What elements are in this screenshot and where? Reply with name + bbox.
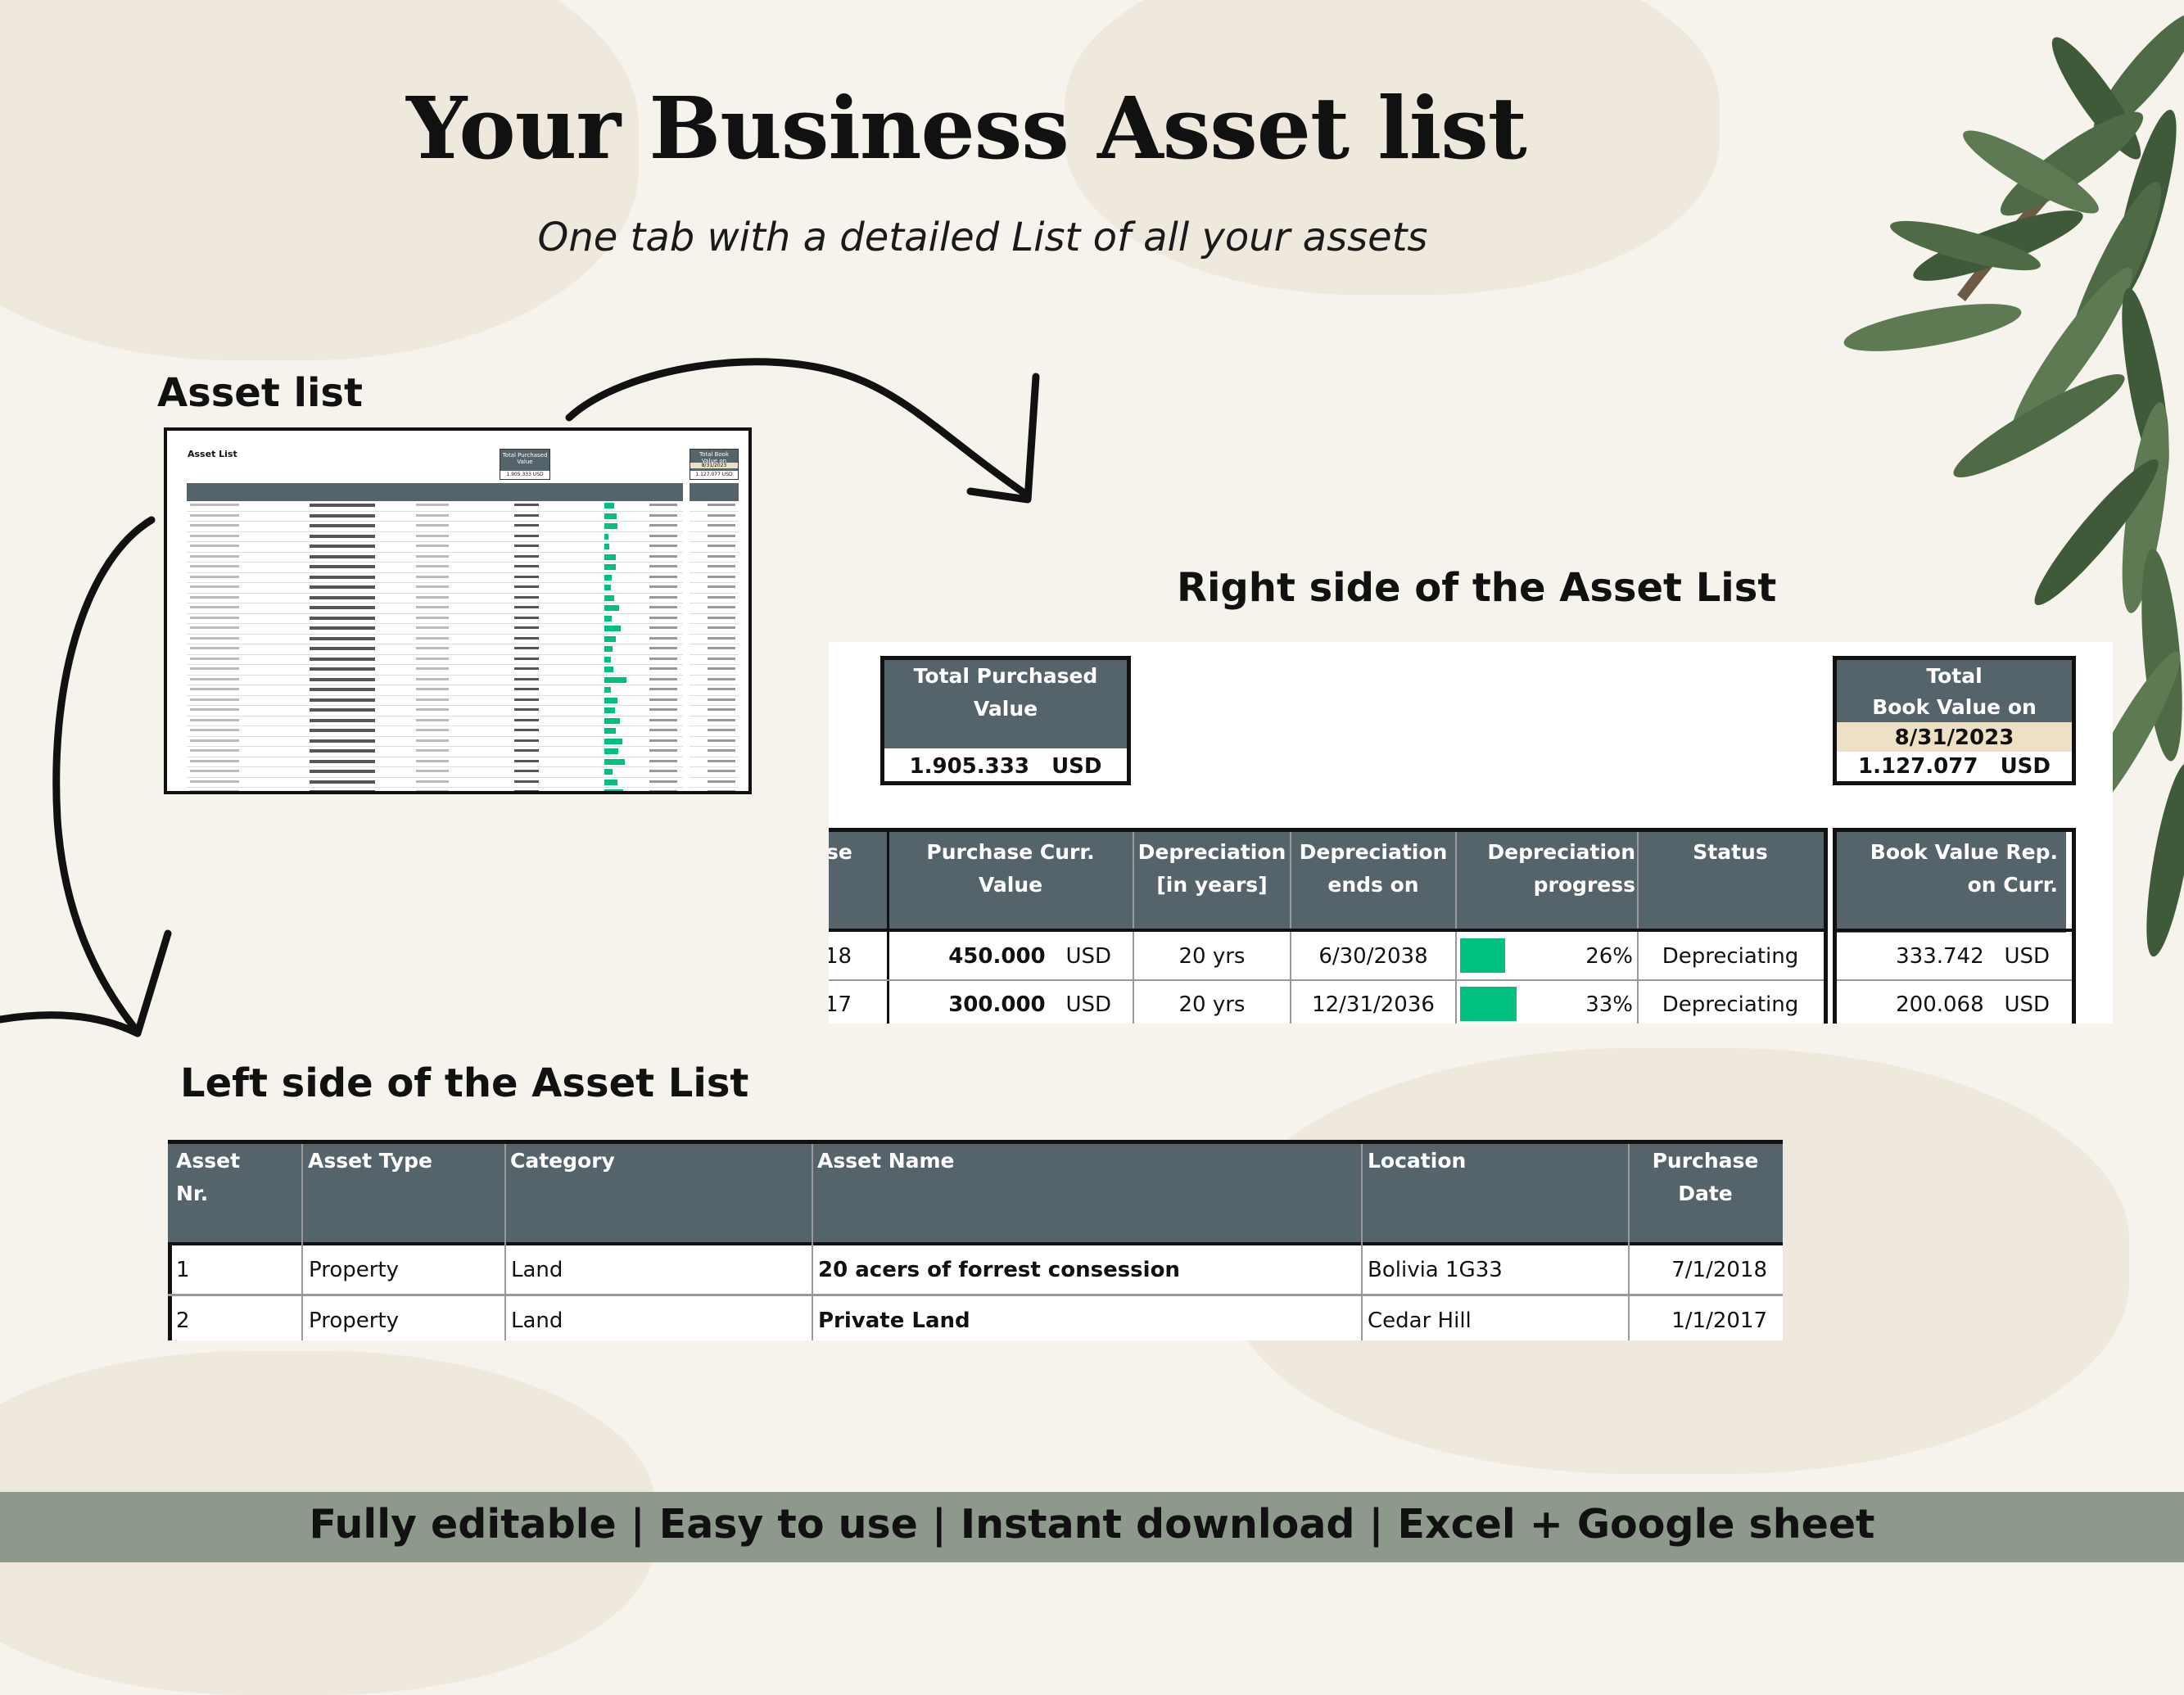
right-side-panel: Total Purchased Value 1.905.333 USD Tota… [829,642,2113,1024]
background-texture [0,0,639,360]
thumbnail-side-row [690,778,739,788]
right-side-label: Right side of the Asset List [1177,565,1777,611]
thumbnail-row [187,747,683,757]
thumbnail-row [187,594,683,603]
page-subtitle: One tab with a detailed List of all your… [537,215,1428,260]
column-header-purchase-value: Purchase Curr. Value [889,832,1133,902]
thumbnail-row [187,767,683,778]
column-header-depreciation-ends: Depreciation ends on [1291,832,1455,902]
thumbnail-title: Asset List [188,449,237,459]
column-header-status: Status [1639,832,1822,869]
column-header-category: Category [510,1145,615,1177]
column-header-location: Location [1368,1145,1467,1177]
thumbnail-row [187,522,683,532]
thumbnail-row [187,635,683,644]
right-side-table: se Purchase Curr. Value Depreciation [in… [829,828,1828,1024]
thumbnail-row [187,603,683,614]
thumbnail-row [187,685,683,696]
book-value-cell: 200.068 USD [1896,992,2050,1017]
thumbnail-side-row [690,716,739,726]
thumbnail-row [187,553,683,563]
column-header-asset-type: Asset Type [308,1145,432,1177]
thumbnail-side-row [690,685,739,696]
thumbnail-side-row [690,573,739,583]
total-book-value-box: Total Book Value on 8/31/2023 1.127.077 … [1833,656,2076,785]
page-title: Your Business Asset list [406,78,1527,179]
thumbnail-row [187,583,683,594]
total-purchased-box: Total Purchased Value 1.905.333 USD [880,656,1131,785]
thumbnail-side-row [690,737,739,747]
thumbnail-side-row [690,594,739,603]
thumbnail-row [187,542,683,553]
thumbnail-side-row [690,635,739,644]
thumbnail-row [187,573,683,583]
thumbnail-side-row [690,788,739,791]
thumbnail-side-row [690,747,739,757]
column-header-date: se [829,832,884,869]
thumbnail-row [187,532,683,542]
thumbnail-side-row [690,532,739,542]
thumbnail-row [187,665,683,676]
status-badge: Depreciating [1662,944,1799,969]
book-value-date: 8/31/2023 [1837,722,2072,752]
thumbnail-row [187,644,683,655]
thumbnail-row [187,706,683,716]
left-side-label: Left side of the Asset List [180,1060,749,1106]
thumbnail-row [187,778,683,788]
column-header-purchase-date: Purchase Date [1630,1145,1781,1210]
thumbnail-side-row [690,757,739,767]
left-side-table: Asset Nr. Asset Type Category Asset Name… [168,1140,1783,1340]
total-purchased-header: Total Purchased Value [884,660,1127,748]
thumbnail-side-row [690,644,739,655]
thumbnail-side-row [690,676,739,685]
thumbnail-row [187,614,683,624]
thumbnail-row [187,788,683,791]
thumbnail-side-row [690,542,739,553]
thumbnail-row [187,563,683,573]
thumbnail-side-row [690,655,739,665]
book-value-cell: 333.742 USD [1896,944,2050,969]
thumbnail-table [187,483,683,791]
book-value-table: Book Value Rep. on Curr. 333.742 USD 200… [1833,828,2076,1024]
thumbnail-side-row [690,706,739,716]
thumbnail-total-box: Total Purchased Value 1.905.333 USD [500,449,550,480]
thumbnail-row [187,757,683,767]
thumbnail-row [187,726,683,737]
thumbnail-side-row [690,603,739,614]
thumbnail-side-row [690,522,739,532]
thumbnail-side-row [690,726,739,737]
thumbnail-side-row [690,553,739,563]
thumbnail-row [187,624,683,635]
column-header-book-value: Book Value Rep. on Curr. [1837,832,2066,933]
column-header-depreciation-progress: Depreciation progress [1457,832,1635,902]
thumbnail-side-row [690,614,739,624]
status-badge: Depreciating [1662,992,1799,1017]
footer-tagline: Fully editable | Easy to use | Instant d… [309,1501,1875,1548]
thumbnail-row [187,716,683,726]
asset-list-label: Asset list [157,370,363,416]
total-purchased-value: 1.905.333 USD [909,754,1102,779]
arrow-right-icon [565,358,1040,504]
column-header-asset-nr: Asset Nr. [176,1145,241,1210]
total-book-value: 1.127.077 USD [1858,754,2051,779]
thumbnail-row [187,676,683,685]
arrow-down-icon [0,516,172,1037]
thumbnail-side-row [690,696,739,706]
thumbnail-row [187,655,683,665]
thumbnail-side-row [690,665,739,676]
thumbnail-row [187,696,683,706]
thumbnail-row [187,737,683,747]
column-header-depreciation-years: Depreciation [in years] [1134,832,1290,902]
column-header-asset-name: Asset Name [817,1145,955,1177]
thumbnail-side-row [690,767,739,778]
thumbnail-side-row [690,624,739,635]
thumbnail-side-row [690,563,739,573]
thumbnail-side-row [690,583,739,594]
total-book-header: Total Book Value on [1837,660,2072,722]
thumbnail-side-table [690,483,739,791]
